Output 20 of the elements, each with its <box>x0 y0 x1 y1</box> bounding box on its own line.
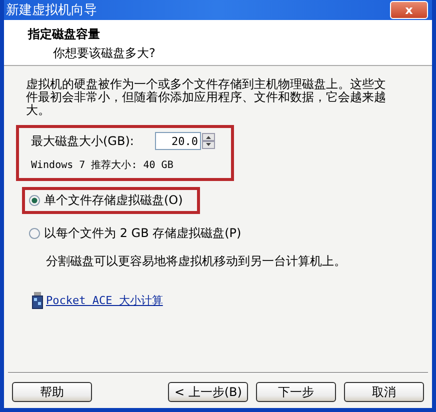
radio-label[interactable]: 以每个文件为 2 GB 存储虚拟磁盘(P) <box>44 225 242 242</box>
usb-drive-icon <box>32 292 43 309</box>
help-button[interactable]: 帮助 <box>12 382 92 402</box>
nav-button[interactable]: 下一步 <box>256 382 336 402</box>
close-button[interactable]: x <box>390 1 428 19</box>
option-note: 分割磁盘可以更容易地将虚拟机移动到另一台计算机上。 <box>46 253 347 270</box>
radio-label[interactable]: 单个文件存储虚拟磁盘(O) <box>44 192 183 209</box>
radio-button[interactable] <box>29 228 40 239</box>
spin-arrows-icon[interactable] <box>202 133 215 149</box>
radio-button[interactable] <box>29 195 40 206</box>
description-text: 虚拟机的硬盘被作为一个或多个文件存储到主机物理磁盘上。这些文件最初会非常小，但随着你添加应用程序、文件和数据，它会越来越大。 <box>26 78 386 117</box>
nav-button[interactable]: 取消 <box>344 382 424 402</box>
size-input[interactable]: 20.0 <box>155 132 201 150</box>
page-subtitle: 你想要该磁盘多大? <box>52 45 156 62</box>
size-calculator-link[interactable]: Pocket ACE 大小计算 <box>46 293 163 308</box>
size-label: 最大磁盘大小(GB): <box>31 132 135 150</box>
window-title: 新建虚拟机向导 <box>6 2 97 19</box>
page-title: 指定磁盘容量 <box>28 26 101 43</box>
recommended-size-text: Windows 7 推荐大小: 40 GB <box>31 158 174 172</box>
nav-button[interactable]: < 上一步(B) <box>168 382 248 402</box>
